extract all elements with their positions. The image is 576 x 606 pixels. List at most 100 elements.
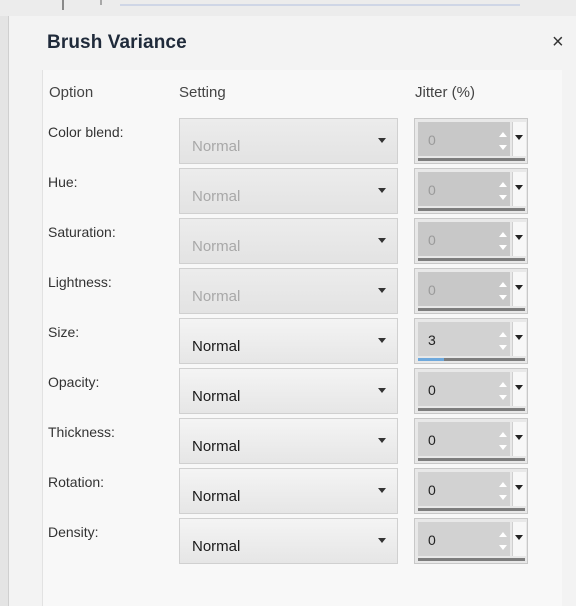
increment-arrow-icon <box>499 282 507 287</box>
decrement-arrow-icon[interactable] <box>499 345 507 350</box>
jitter-slider-track[interactable] <box>418 508 525 511</box>
jitter-input: 0 <box>418 122 510 156</box>
jitter-dropdown-button[interactable] <box>512 422 526 456</box>
up-down-arrows-icon[interactable] <box>498 428 508 456</box>
increment-arrow-icon[interactable] <box>499 532 507 537</box>
jitter-input[interactable]: 0 <box>418 522 510 556</box>
jitter-value: 0 <box>428 382 436 398</box>
window-top-strip <box>0 0 576 17</box>
decrement-arrow-icon[interactable] <box>499 545 507 550</box>
jitter-dropdown-button <box>512 222 526 256</box>
decrement-arrow-icon <box>499 295 507 300</box>
jitter-dropdown-button[interactable] <box>512 522 526 556</box>
option-label-size: Size: <box>48 324 80 340</box>
chevron-down-icon <box>378 138 386 143</box>
jitter-slider-track[interactable] <box>418 458 525 461</box>
up-down-arrows-icon[interactable] <box>498 328 508 356</box>
jitter-value: 0 <box>428 432 436 448</box>
jitter-slider-track <box>418 208 525 211</box>
setting-value: Normal <box>192 538 241 555</box>
jitter-spinner-lightness: 0 <box>414 268 528 314</box>
jitter-slider-track[interactable] <box>418 558 525 561</box>
setting-dropdown-saturation: Normal <box>179 218 398 264</box>
increment-arrow-icon[interactable] <box>499 482 507 487</box>
increment-arrow-icon[interactable] <box>499 432 507 437</box>
chevron-down-icon <box>515 485 523 490</box>
up-down-arrows-icon[interactable] <box>498 378 508 406</box>
increment-arrow-icon[interactable] <box>499 332 507 337</box>
increment-arrow-icon <box>499 182 507 187</box>
chevron-down-icon <box>378 188 386 193</box>
decrement-arrow-icon[interactable] <box>499 445 507 450</box>
chevron-down-icon <box>378 238 386 243</box>
decrement-arrow-icon <box>499 145 507 150</box>
jitter-value: 0 <box>428 182 436 198</box>
jitter-value: 0 <box>428 132 436 148</box>
jitter-value: 3 <box>428 332 436 348</box>
up-down-arrows-icon <box>498 278 508 306</box>
option-label-rotation: Rotation: <box>48 474 105 490</box>
jitter-dropdown-button[interactable] <box>512 372 526 406</box>
jitter-slider-track[interactable] <box>418 408 525 411</box>
up-down-arrows-icon[interactable] <box>498 478 508 506</box>
chevron-down-icon <box>515 235 523 240</box>
jitter-value: 0 <box>428 532 436 548</box>
jitter-slider-track <box>418 158 525 161</box>
setting-dropdown-thickness[interactable]: Normal <box>179 418 398 464</box>
setting-value: Normal <box>192 438 241 455</box>
close-icon[interactable]: × <box>552 30 564 54</box>
chevron-down-icon[interactable] <box>378 388 386 393</box>
jitter-input: 0 <box>418 222 510 256</box>
increment-arrow-icon <box>499 132 507 137</box>
chevron-down-icon <box>515 435 523 440</box>
jitter-input[interactable]: 0 <box>418 422 510 456</box>
chevron-down-icon <box>515 285 523 290</box>
jitter-input[interactable]: 3 <box>418 322 510 356</box>
jitter-input: 0 <box>418 272 510 306</box>
jitter-spinner-rotation[interactable]: 0 <box>414 468 528 514</box>
chevron-down-icon[interactable] <box>378 488 386 493</box>
column-header-option: Option <box>49 84 94 101</box>
option-label-density: Density: <box>48 524 99 540</box>
setting-value: Normal <box>192 488 241 505</box>
option-label-hue: Hue: <box>48 174 78 190</box>
decrement-arrow-icon[interactable] <box>499 495 507 500</box>
jitter-dropdown-button <box>512 122 526 156</box>
jitter-spinner-thickness[interactable]: 0 <box>414 418 528 464</box>
jitter-slider-track[interactable] <box>418 358 525 361</box>
jitter-dropdown-button[interactable] <box>512 322 526 356</box>
jitter-spinner-size[interactable]: 3 <box>414 318 528 364</box>
jitter-input[interactable]: 0 <box>418 472 510 506</box>
setting-dropdown-color-blend: Normal <box>179 118 398 164</box>
jitter-value: 0 <box>428 232 436 248</box>
up-down-arrows-icon <box>498 128 508 156</box>
jitter-value: 0 <box>428 482 436 498</box>
decrement-arrow-icon[interactable] <box>499 395 507 400</box>
jitter-input[interactable]: 0 <box>418 372 510 406</box>
setting-dropdown-size[interactable]: Normal <box>179 318 398 364</box>
up-down-arrows-icon[interactable] <box>498 528 508 556</box>
setting-value: Normal <box>192 138 241 155</box>
jitter-dropdown-button <box>512 272 526 306</box>
decrement-arrow-icon <box>499 245 507 250</box>
increment-arrow-icon[interactable] <box>499 382 507 387</box>
setting-dropdown-density[interactable]: Normal <box>179 518 398 564</box>
setting-dropdown-rotation[interactable]: Normal <box>179 468 398 514</box>
jitter-spinner-density[interactable]: 0 <box>414 518 528 564</box>
increment-arrow-icon <box>499 232 507 237</box>
dialog-title: Brush Variance <box>47 32 187 53</box>
chevron-down-icon[interactable] <box>378 538 386 543</box>
chevron-down-icon[interactable] <box>378 338 386 343</box>
jitter-dropdown-button[interactable] <box>512 472 526 506</box>
chevron-down-icon <box>515 385 523 390</box>
up-down-arrows-icon <box>498 228 508 256</box>
top-accent-line <box>120 4 520 6</box>
decrement-arrow-icon <box>499 195 507 200</box>
chevron-down-icon <box>378 288 386 293</box>
jitter-input: 0 <box>418 172 510 206</box>
chevron-down-icon[interactable] <box>378 438 386 443</box>
setting-dropdown-opacity[interactable]: Normal <box>179 368 398 414</box>
jitter-slider-fill <box>418 358 444 361</box>
jitter-spinner-opacity[interactable]: 0 <box>414 368 528 414</box>
window-left-edge <box>0 16 9 606</box>
